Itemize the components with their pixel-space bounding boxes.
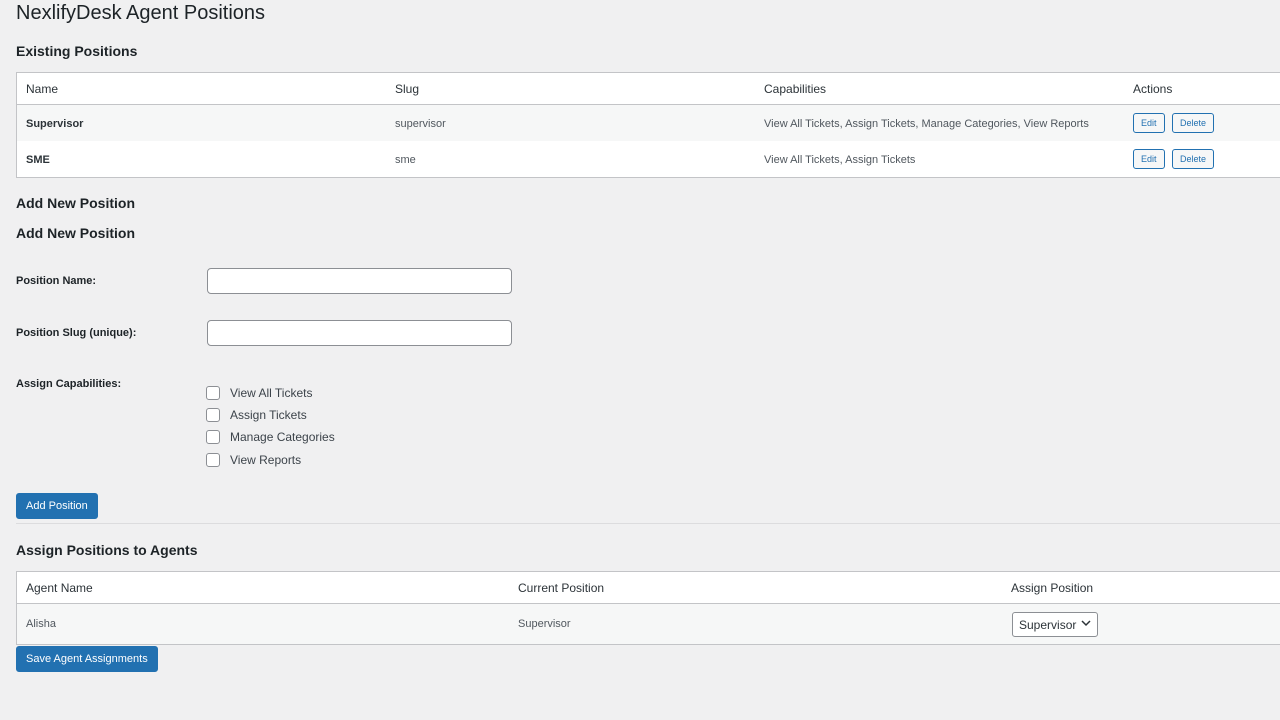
positions-table-header: Name Slug Capabilities Actions [17, 73, 1280, 105]
capability-label: Manage Categories [230, 430, 335, 444]
delete-button[interactable]: Delete [1172, 113, 1215, 133]
col-agent-name-header: Agent Name [26, 581, 93, 595]
position-name-label: Position Name: [16, 275, 97, 287]
col-actions-header: Actions [1133, 82, 1173, 96]
capability-view-reports[interactable]: View Reports [206, 452, 301, 468]
divider [16, 523, 1280, 524]
col-current-position-header: Current Position [518, 581, 605, 595]
selected-position: Supervisor [1019, 617, 1077, 632]
add-position-heading: Add New Position [16, 195, 135, 211]
capability-view-all-tickets[interactable]: View All Tickets [206, 385, 312, 401]
position-name: SME [26, 154, 50, 166]
add-position-subheading: Add New Position [16, 225, 135, 241]
existing-positions-heading: Existing Positions [16, 43, 138, 59]
agent-name: Alisha [26, 618, 56, 630]
col-capabilities-header: Capabilities [764, 82, 827, 96]
save-agent-assignments-button[interactable]: Save Agent Assignments [16, 646, 158, 672]
table-row: Supervisor supervisor View All Tickets, … [17, 105, 1280, 141]
position-name-input[interactable] [207, 268, 512, 294]
delete-button[interactable]: Delete [1172, 149, 1215, 169]
table-row: Alisha Supervisor Supervisor [17, 604, 1280, 644]
checkbox[interactable] [206, 453, 220, 467]
position-name: Supervisor [26, 118, 84, 130]
capability-assign-tickets[interactable]: Assign Tickets [206, 407, 307, 423]
checkbox[interactable] [206, 386, 220, 400]
position-capabilities: View All Tickets, Assign Tickets, Manage… [764, 118, 1089, 130]
agents-table: Agent Name Current Position Assign Posit… [16, 571, 1280, 645]
position-slug: supervisor [395, 118, 446, 130]
agents-table-header: Agent Name Current Position Assign Posit… [17, 572, 1280, 604]
page-title: NexlifyDesk Agent Positions [16, 2, 266, 24]
positions-table: Name Slug Capabilities Actions Superviso… [16, 72, 1280, 178]
position-slug-input[interactable] [207, 320, 512, 346]
capability-label: View Reports [230, 453, 302, 467]
assign-position-select[interactable]: Supervisor [1012, 612, 1099, 637]
col-slug-header: Slug [395, 82, 420, 96]
col-assign-position-header: Assign Position [1011, 581, 1094, 595]
edit-button[interactable]: Edit [1133, 149, 1165, 169]
assign-capabilities-label: Assign Capabilities: [16, 378, 122, 390]
capability-manage-categories[interactable]: Manage Categories [206, 429, 335, 445]
position-capabilities: View All Tickets, Assign Tickets [764, 154, 916, 166]
edit-button[interactable]: Edit [1133, 113, 1165, 133]
position-slug: sme [395, 154, 416, 166]
capability-label: Assign Tickets [230, 408, 307, 422]
checkbox[interactable] [206, 408, 220, 422]
add-position-button[interactable]: Add Position [16, 493, 98, 519]
assign-positions-heading: Assign Positions to Agents [16, 542, 198, 558]
table-row: SME sme View All Tickets, Assign Tickets… [17, 141, 1280, 177]
position-slug-label: Position Slug (unique): [16, 327, 137, 339]
current-position: Supervisor [518, 618, 571, 630]
capability-label: View All Tickets [230, 386, 313, 400]
checkbox[interactable] [206, 430, 220, 444]
chevron-down-icon [1081, 619, 1091, 630]
col-name-header: Name [26, 82, 59, 96]
